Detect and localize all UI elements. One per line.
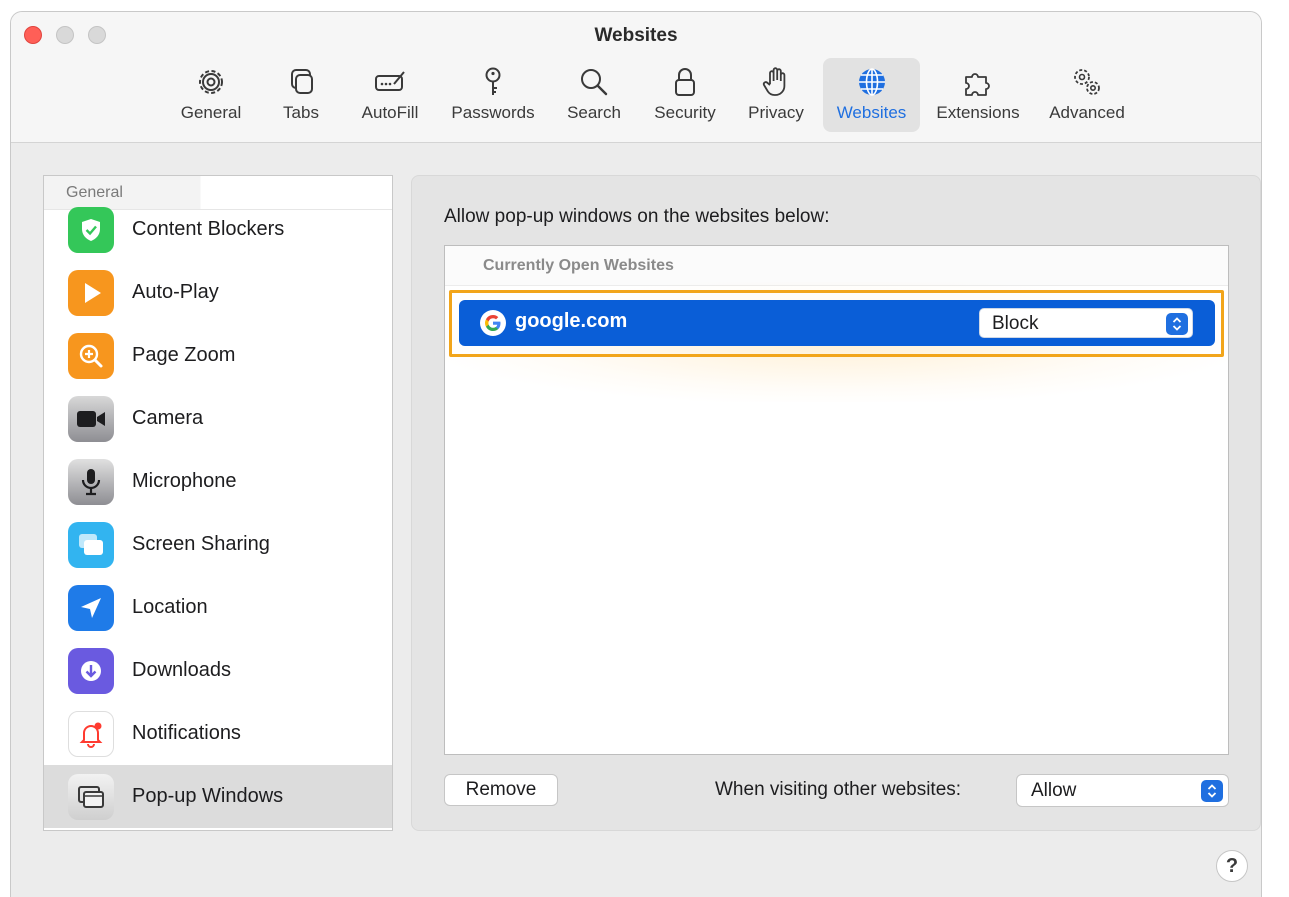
gear-icon <box>199 70 223 94</box>
panel-description: Allow pop-up windows on the websites bel… <box>444 206 830 227</box>
tab-autofill-label: AutoFill <box>361 103 419 122</box>
sidebar-item-page-zoom[interactable]: Page Zoom <box>44 324 392 387</box>
sidebar-item-label: Microphone <box>132 470 237 492</box>
popup-windows-icon <box>68 773 114 820</box>
tab-passwords-label: Passwords <box>451 103 535 122</box>
puzzle-icon <box>965 73 990 96</box>
sidebar-item-microphone[interactable]: Microphone <box>44 450 392 513</box>
websites-table[interactable]: Currently Open Websites google.com Block <box>444 245 1229 755</box>
key-icon <box>485 67 501 95</box>
chevron-up-down-icon <box>1166 313 1188 335</box>
tab-passwords[interactable]: Passwords <box>443 58 543 132</box>
other-websites-value: Allow <box>1031 780 1077 801</box>
camera-icon <box>68 395 114 442</box>
sidebar-item-label: Page Zoom <box>132 344 236 366</box>
site-popup-setting-select[interactable]: Block <box>979 308 1193 338</box>
site-name: google.com <box>515 310 628 332</box>
autofill-icon <box>375 71 405 91</box>
sidebar-item-label: Notifications <box>132 722 241 744</box>
window-title: Websites <box>594 25 678 46</box>
sidebar-item-label: Screen Sharing <box>132 533 270 555</box>
tab-search-label: Search <box>567 103 621 122</box>
sidebar-item-label: Downloads <box>132 659 231 681</box>
remove-button[interactable]: Remove <box>444 774 558 806</box>
tab-general[interactable]: General <box>174 58 248 132</box>
tab-websites-label: Websites <box>836 103 907 122</box>
tab-autofill[interactable]: AutoFill <box>355 58 425 132</box>
tab-extensions[interactable]: Extensions <box>929 58 1027 132</box>
tab-general-label: General <box>180 103 242 122</box>
play-icon <box>68 269 114 316</box>
help-button[interactable]: ? <box>1216 850 1248 882</box>
tab-advanced-label: Advanced <box>1049 103 1125 122</box>
sidebar-item-notifications[interactable]: Notifications <box>44 702 392 765</box>
lock-icon <box>675 68 695 96</box>
tabs-icon <box>291 69 313 94</box>
bell-icon <box>68 710 114 757</box>
sidebar-item-downloads[interactable]: Downloads <box>44 639 392 702</box>
popup-settings-panel: Allow pop-up windows on the websites bel… <box>411 175 1261 831</box>
tab-search[interactable]: Search <box>560 58 628 132</box>
sidebar-item-location[interactable]: Location <box>44 576 392 639</box>
download-icon <box>68 647 114 694</box>
table-header: Currently Open Websites <box>445 246 1228 286</box>
sidebar-item-label: Location <box>132 596 208 618</box>
google-logo-icon <box>480 310 506 336</box>
screen-sharing-icon <box>68 521 114 568</box>
other-websites-select[interactable]: Allow <box>1016 774 1229 807</box>
shield-check-icon <box>68 206 114 253</box>
search-icon <box>581 69 608 96</box>
tab-tabs-label: Tabs <box>283 103 319 122</box>
tab-privacy[interactable]: Privacy <box>741 58 811 132</box>
chevron-up-down-icon <box>1201 780 1223 802</box>
sidebar-item-content-blockers[interactable]: Content Blockers <box>44 198 392 261</box>
tab-advanced[interactable]: Advanced <box>1042 58 1132 132</box>
location-arrow-icon <box>68 584 114 631</box>
site-popup-setting-value: Block <box>992 313 1039 334</box>
zoom-icon <box>68 332 114 379</box>
tab-extensions-label: Extensions <box>936 103 1020 122</box>
microphone-icon <box>68 458 114 505</box>
sidebar: General Content Blockers Auto-Play Page … <box>43 175 393 831</box>
sidebar-item-label: Auto-Play <box>132 281 219 303</box>
tab-tabs[interactable]: Tabs <box>273 58 329 132</box>
sidebar-item-label: Content Blockers <box>132 218 285 240</box>
sidebar-list: Content Blockers Auto-Play Page Zoom Cam… <box>44 198 392 828</box>
titlebar: Websites General Tabs AutoFill Passwords… <box>11 12 1261 143</box>
table-row[interactable]: google.com Block <box>459 300 1215 346</box>
tab-security[interactable]: Security <box>645 58 725 132</box>
sidebar-item-screen-sharing[interactable]: Screen Sharing <box>44 513 392 576</box>
sidebar-item-camera[interactable]: Camera <box>44 387 392 450</box>
gears-icon <box>1074 69 1100 95</box>
globe-icon <box>858 68 885 96</box>
sidebar-item-popup-windows[interactable]: Pop-up Windows <box>44 765 392 828</box>
tab-websites[interactable]: Websites <box>823 58 920 132</box>
sidebar-item-auto-play[interactable]: Auto-Play <box>44 261 392 324</box>
other-websites-label: When visiting other websites: <box>715 779 962 800</box>
hand-icon <box>762 67 786 96</box>
sidebar-item-label: Pop-up Windows <box>132 785 284 807</box>
tab-privacy-label: Privacy <box>748 103 804 122</box>
preferences-window: Websites General Tabs AutoFill Passwords… <box>10 11 1262 897</box>
sidebar-item-label: Camera <box>132 407 204 429</box>
preferences-toolbar: General Tabs AutoFill Passwords Search S… <box>11 58 1261 132</box>
tab-security-label: Security <box>654 103 716 122</box>
